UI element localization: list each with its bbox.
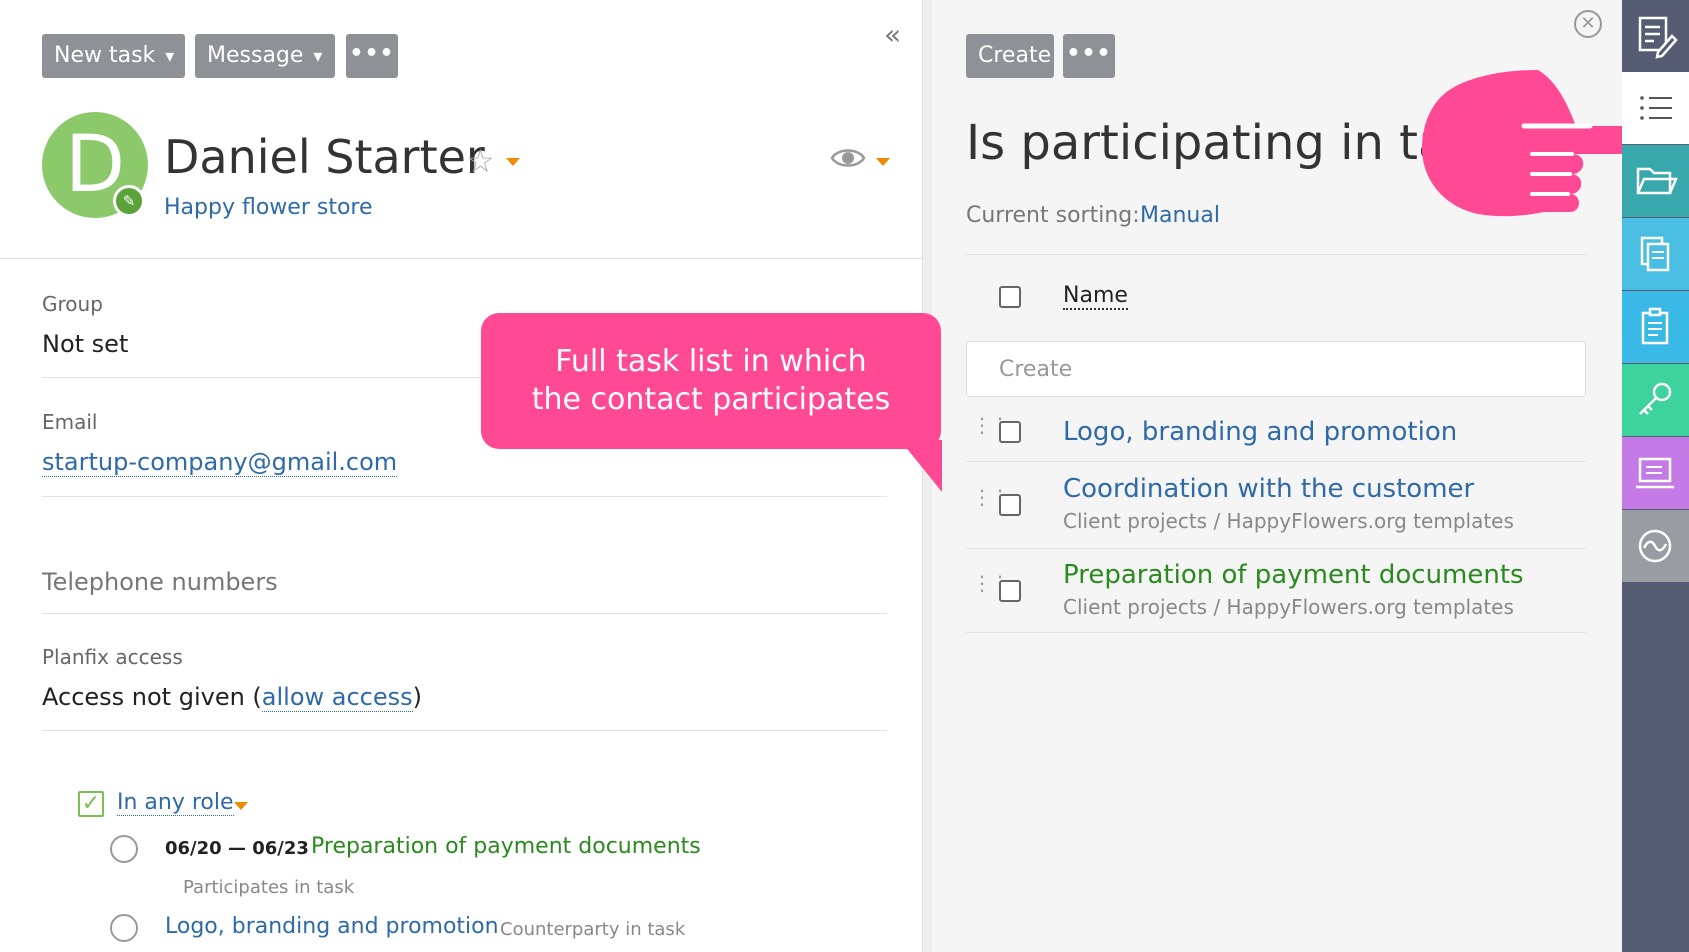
divider [966, 548, 1586, 549]
access-status: Access not given ( [42, 683, 262, 711]
task-dates: 06/20 — 06/23 [165, 838, 309, 859]
message-button[interactable]: Message ▾ [195, 34, 335, 78]
divider [42, 496, 887, 497]
divider [966, 632, 1586, 633]
divider [42, 730, 887, 731]
close-icon[interactable]: ✕ [1574, 10, 1602, 38]
allow-access-link[interactable]: allow access [261, 683, 413, 712]
task-status-radio[interactable] [110, 914, 138, 942]
new-task-label: New task [54, 43, 156, 68]
divider [42, 613, 887, 614]
name-column-header[interactable]: Name [1063, 283, 1128, 310]
row-checkbox[interactable] [999, 421, 1021, 443]
more-actions-button[interactable]: ••• [1063, 34, 1115, 78]
callout-line: the contact participates [531, 382, 891, 417]
task-link[interactable]: Logo, branding and promotion [1063, 417, 1457, 447]
callout-tail [900, 440, 942, 492]
sidebar-item-handbook[interactable] [1622, 437, 1689, 509]
access-label: Planfix access [42, 645, 183, 669]
collapse-icon[interactable]: « [884, 18, 901, 51]
email-label: Email [42, 410, 98, 434]
documents-icon [1640, 236, 1670, 272]
sidebar-item-documents[interactable] [1622, 218, 1689, 290]
folder-icon [1636, 167, 1678, 195]
eye-icon[interactable] [830, 145, 866, 175]
task-link[interactable]: Coordination with the customer [1063, 474, 1474, 504]
chevron-down-icon: ▾ [165, 46, 175, 67]
task-link[interactable]: Preparation of payment documents [311, 834, 701, 859]
email-link[interactable]: startup-company@gmail.com [42, 448, 398, 477]
quick-create-input[interactable] [966, 341, 1586, 397]
task-link[interactable]: Preparation of payment documents [1063, 560, 1524, 590]
group-label: Group [42, 292, 103, 316]
chevron-down-icon[interactable] [876, 158, 890, 166]
access-suffix: ) [412, 683, 423, 711]
task-role: Counterparty in task [500, 919, 686, 940]
chevron-down-icon[interactable] [234, 802, 248, 810]
role-filter-checkbox[interactable]: ✓ [78, 791, 104, 817]
handbook-icon [1636, 457, 1674, 489]
company-link[interactable]: Happy flower store [164, 195, 373, 220]
access-value: Access not given (allow access) [42, 683, 423, 712]
sidebar-item-access[interactable] [1622, 364, 1689, 436]
callout-line: Full task list in which [555, 344, 867, 379]
role-filter-link[interactable]: In any role [117, 790, 234, 816]
task-path: Client projects / HappyFlowers.org templ… [1063, 595, 1514, 619]
task-path: Client projects / HappyFlowers.org templ… [1063, 509, 1514, 533]
sorting-value-link[interactable]: Manual [1140, 203, 1220, 228]
analytics-icon [1638, 529, 1672, 563]
more-actions-button[interactable]: ••• [346, 34, 398, 78]
sidebar-item-edit[interactable] [1622, 0, 1689, 72]
email-field: startup-company@gmail.com [42, 448, 398, 477]
drag-handle-icon[interactable]: ⋮⋮ [972, 487, 1010, 507]
task-link[interactable]: Logo, branding and promotion [165, 914, 499, 939]
divider [0, 258, 922, 259]
right-sidebar [1622, 0, 1689, 952]
task-status-radio[interactable] [110, 835, 138, 863]
edit-note-icon [1638, 16, 1678, 59]
contact-name: Daniel Starter [164, 130, 485, 184]
pointing-hand-icon [1420, 66, 1632, 222]
sidebar-item-participation[interactable] [1622, 72, 1689, 144]
list-icon [1640, 96, 1672, 120]
phone-label: Telephone numbers [42, 568, 278, 596]
key-icon [1639, 382, 1672, 415]
sidebar-item-folder[interactable] [1622, 145, 1689, 217]
drag-handle-icon[interactable]: ⋮⋮ [972, 415, 1010, 435]
select-all-checkbox[interactable] [999, 286, 1021, 308]
star-icon[interactable]: ☆ [466, 142, 495, 180]
chevron-down-icon[interactable] [506, 158, 520, 166]
sidebar-item-analytics[interactable] [1622, 510, 1689, 582]
callout-bubble: Full task list in which the contact part… [481, 313, 941, 449]
edit-avatar-icon[interactable]: ✎ [113, 185, 145, 217]
contact-card: New task ▾ Message ▾ ••• « D ✎ Daniel Star… [0, 0, 922, 952]
sorting-label: Current sorting: [966, 203, 1140, 228]
group-value: Not set [42, 330, 129, 358]
divider [966, 254, 1586, 255]
message-label: Message [207, 43, 304, 68]
divider [966, 461, 1586, 462]
clipboard-icon [1641, 307, 1669, 345]
create-button[interactable]: Create [966, 34, 1054, 78]
sidebar-item-checklist[interactable] [1622, 291, 1689, 363]
row-checkbox[interactable] [999, 494, 1021, 516]
chevron-down-icon: ▾ [313, 46, 323, 67]
row-checkbox[interactable] [999, 580, 1021, 602]
drag-handle-icon[interactable]: ⋮⋮ [972, 573, 1010, 593]
task-role: Participates in task [183, 877, 355, 898]
new-task-button[interactable]: New task ▾ [42, 34, 185, 78]
